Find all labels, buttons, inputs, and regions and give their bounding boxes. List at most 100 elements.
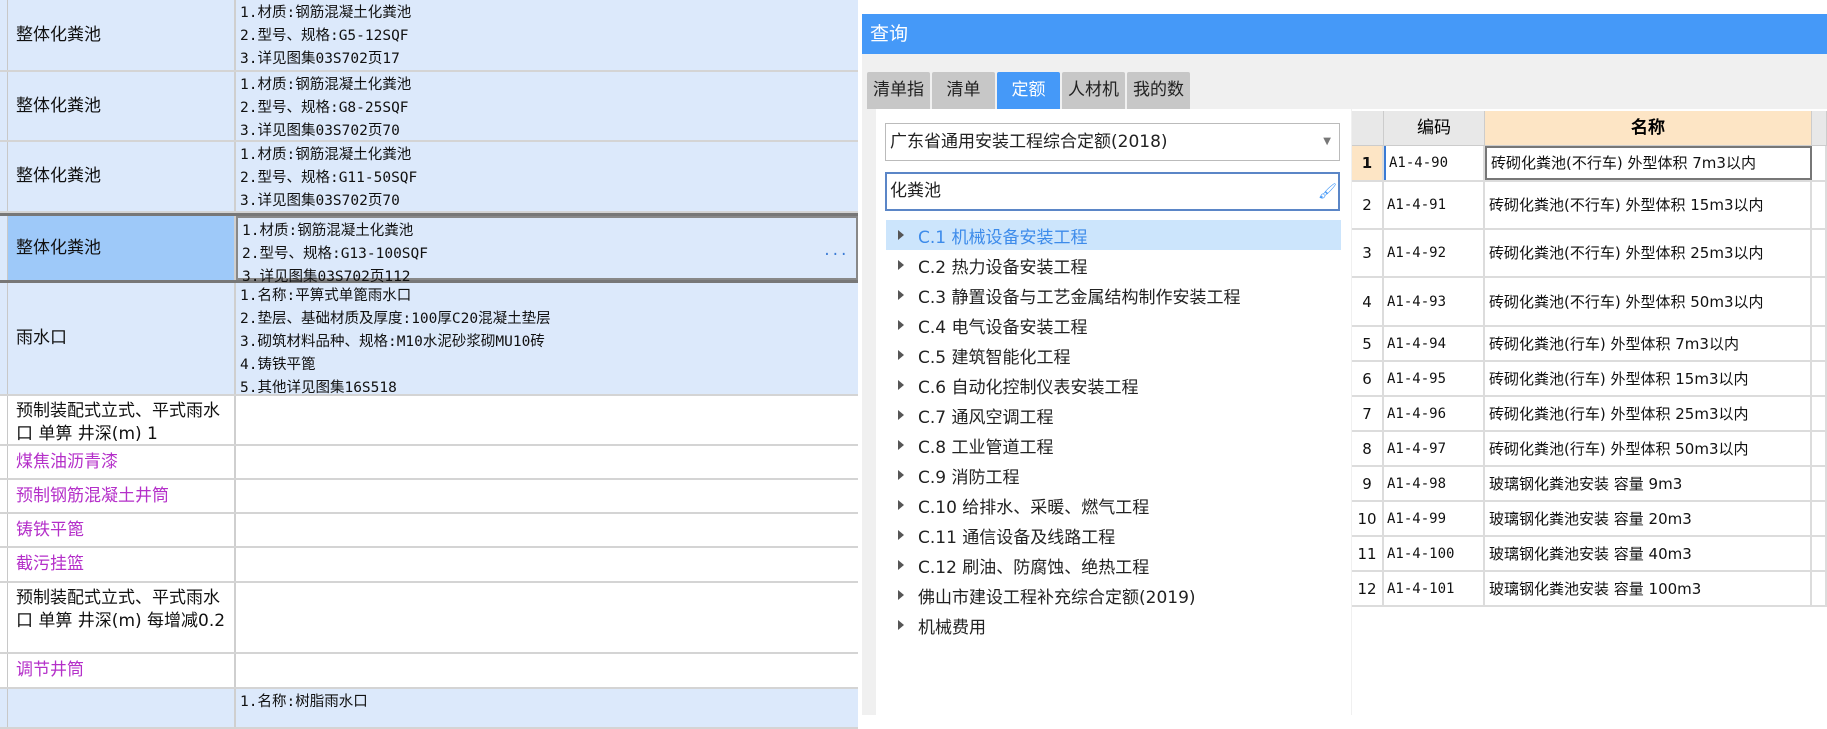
tab-3[interactable]: 人材机 — [1062, 72, 1125, 109]
expand-triangle-icon[interactable] — [898, 620, 904, 630]
table-row[interactable]: 4 A1-4-93 砖砌化粪池(不行车) 外型体积 50m3以内 — [1352, 278, 1827, 327]
expand-triangle-icon[interactable] — [898, 590, 904, 600]
item-desc-cell[interactable]: 1.名称:平箅式单篦雨水口 2.垫层、基础材质及厚度:100厚C20混凝土垫层 … — [236, 283, 858, 396]
item-desc-cell[interactable]: 1.材质:钢筋混凝土化粪池 2.型号、规格:G13-100SQF 3.详见图集0… — [236, 216, 858, 285]
name-cell[interactable]: 砖砌化粪池(不行车) 外型体积 15m3以内 — [1485, 182, 1812, 228]
grid-row[interactable]: 煤焦油沥青漆 — [0, 446, 858, 480]
name-header[interactable]: 名称 — [1485, 111, 1812, 145]
item-name-cell[interactable]: 铸铁平篦 — [8, 514, 236, 546]
tab-2[interactable]: 定额 — [997, 72, 1060, 109]
code-cell[interactable]: A1-4-93 — [1384, 278, 1485, 325]
item-name-cell[interactable]: 预制钢筋混凝土井筒 — [8, 480, 236, 512]
item-desc-cell[interactable] — [236, 446, 858, 478]
grid-row[interactable]: 预制装配式立式、平式雨水口 单箅 井深(m) 每增减0.2 — [0, 583, 858, 654]
code-cell[interactable]: A1-4-100 — [1384, 537, 1485, 570]
tree-item[interactable]: C.1 机械设备安装工程 — [886, 220, 1341, 250]
name-cell[interactable]: 玻璃钢化粪池安装 容量 100m3 — [1485, 572, 1812, 605]
table-row[interactable]: 12 A1-4-101 玻璃钢化粪池安装 容量 100m3 — [1352, 572, 1827, 607]
grid-row[interactable]: 1.名称:树脂雨水口 — [0, 689, 858, 729]
expand-triangle-icon[interactable] — [898, 260, 904, 270]
item-desc-cell[interactable]: 1.材质:钢筋混凝土化粪池 2.型号、规格:G11-50SQF 3.详见图集03… — [236, 142, 858, 211]
expand-triangle-icon[interactable] — [898, 350, 904, 360]
library-select[interactable]: 广东省通用安装工程综合定额(2018) ▼ — [885, 123, 1340, 161]
ellipsis-icon[interactable]: ··· — [823, 244, 848, 267]
expand-triangle-icon[interactable] — [898, 560, 904, 570]
code-cell[interactable]: A1-4-91 — [1384, 182, 1485, 228]
name-cell[interactable]: 砖砌化粪池(行车) 外型体积 7m3以内 — [1485, 327, 1812, 360]
tree-item[interactable]: C.3 静置设备与工艺金属结构制作安装工程 — [886, 280, 1341, 310]
item-desc-cell[interactable] — [236, 654, 858, 687]
item-desc-cell[interactable] — [236, 514, 858, 546]
tree-item[interactable]: 佛山市建设工程补充综合定额(2019) — [886, 580, 1341, 610]
item-desc-cell[interactable]: 1.材质:钢筋混凝土化粪池 2.型号、规格:G8-25SQF 3.详见图集03S… — [236, 72, 858, 140]
expand-triangle-icon[interactable] — [898, 320, 904, 330]
code-cell[interactable]: A1-4-99 — [1384, 502, 1485, 535]
name-cell[interactable]: 砖砌化粪池(不行车) 外型体积 50m3以内 — [1485, 278, 1812, 325]
name-cell[interactable]: 玻璃钢化粪池安装 容量 40m3 — [1485, 537, 1812, 570]
grid-row[interactable]: 预制钢筋混凝土井筒 — [0, 480, 858, 514]
expand-triangle-icon[interactable] — [898, 500, 904, 510]
item-desc-cell[interactable]: 1.材质:钢筋混凝土化粪池 2.型号、规格:G5-12SQF 3.详见图集03S… — [236, 0, 858, 70]
table-row[interactable]: 5 A1-4-94 砖砌化粪池(行车) 外型体积 7m3以内 — [1352, 327, 1827, 362]
item-name-cell[interactable] — [8, 689, 236, 727]
tree-item[interactable]: C.2 热力设备安装工程 — [886, 250, 1341, 280]
grid-row[interactable]: 雨水口 1.名称:平箅式单篦雨水口 2.垫层、基础材质及厚度:100厚C20混凝土… — [0, 283, 858, 396]
item-name-cell[interactable]: 整体化粪池 — [8, 72, 236, 140]
tree-item[interactable]: C.5 建筑智能化工程 — [886, 340, 1341, 370]
code-cell[interactable]: A1-4-95 — [1384, 362, 1485, 395]
table-row[interactable]: 1 A1-4-90 砖砌化粪池(不行车) 外型体积 7m3以内 — [1352, 146, 1827, 182]
item-name-cell[interactable]: 调节井筒 — [8, 654, 236, 687]
item-desc-cell[interactable] — [236, 583, 858, 652]
item-name-cell[interactable]: 预制装配式立式、平式雨水口 单箅 井深(m) 每增减0.2 — [8, 583, 236, 652]
item-desc-cell[interactable] — [236, 396, 858, 444]
item-name-cell[interactable]: 截污挂篮 — [8, 548, 236, 581]
table-row[interactable]: 3 A1-4-92 砖砌化粪池(不行车) 外型体积 25m3以内 — [1352, 230, 1827, 278]
grid-row[interactable]: 截污挂篮 — [0, 548, 858, 583]
table-row[interactable]: 2 A1-4-91 砖砌化粪池(不行车) 外型体积 15m3以内 — [1352, 182, 1827, 230]
grid-row[interactable]: 整体化粪池 1.材质:钢筋混凝土化粪池 2.型号、规格:G8-25SQF 3.详见… — [0, 72, 858, 142]
item-desc-cell[interactable]: 1.名称:树脂雨水口 — [236, 689, 858, 727]
code-cell[interactable]: A1-4-97 — [1384, 432, 1485, 465]
tree-item[interactable]: C.11 通信设备及线路工程 — [886, 520, 1341, 550]
grid-row[interactable]: 铸铁平篦 — [0, 514, 858, 548]
tab-1[interactable]: 清单 — [932, 72, 995, 109]
table-row[interactable]: 6 A1-4-95 砖砌化粪池(行车) 外型体积 15m3以内 — [1352, 362, 1827, 397]
tree-item[interactable]: 机械费用 — [886, 610, 1341, 640]
grid-row[interactable]: 整体化粪池 1.材质:钢筋混凝土化粪池 2.型号、规格:G11-50SQF 3.详… — [0, 142, 858, 213]
code-cell[interactable]: A1-4-90 — [1384, 146, 1485, 180]
item-name-cell[interactable]: 整体化粪池 — [8, 142, 236, 211]
tab-4[interactable]: 我的数据 — [1127, 72, 1190, 137]
name-cell[interactable]: 砖砌化粪池(行车) 外型体积 15m3以内 — [1485, 362, 1812, 395]
item-desc-cell[interactable] — [236, 548, 858, 581]
tree-item[interactable]: C.10 给排水、采暖、燃气工程 — [886, 490, 1341, 520]
table-row[interactable]: 9 A1-4-98 玻璃钢化粪池安装 容量 9m3 — [1352, 467, 1827, 502]
search-input[interactable]: 化粪池 🖌 — [885, 172, 1340, 211]
code-cell[interactable]: A1-4-94 — [1384, 327, 1485, 360]
table-row[interactable]: 7 A1-4-96 砖砌化粪池(行车) 外型体积 25m3以内 — [1352, 397, 1827, 432]
table-row[interactable]: 8 A1-4-97 砖砌化粪池(行车) 外型体积 50m3以内 — [1352, 432, 1827, 467]
clear-brush-icon[interactable]: 🖌 — [1318, 182, 1337, 200]
tree-item[interactable]: C.7 通风空调工程 — [886, 400, 1341, 430]
table-row[interactable]: 11 A1-4-100 玻璃钢化粪池安装 容量 40m3 — [1352, 537, 1827, 572]
expand-triangle-icon[interactable] — [898, 290, 904, 300]
code-cell[interactable]: A1-4-96 — [1384, 397, 1485, 430]
grid-row[interactable]: 调节井筒 — [0, 654, 858, 689]
item-name-cell[interactable]: 雨水口 — [8, 283, 236, 394]
code-header[interactable]: 编码 — [1384, 111, 1485, 145]
name-cell[interactable]: 砖砌化粪池(不行车) 外型体积 25m3以内 — [1485, 230, 1812, 276]
name-cell[interactable]: 玻璃钢化粪池安装 容量 20m3 — [1485, 502, 1812, 535]
name-cell[interactable]: 砖砌化粪池(行车) 外型体积 25m3以内 — [1485, 397, 1812, 430]
expand-triangle-icon[interactable] — [898, 530, 904, 540]
expand-triangle-icon[interactable] — [898, 410, 904, 420]
item-name-cell[interactable]: 预制装配式立式、平式雨水口 单箅 井深(m) 1 — [8, 396, 236, 444]
code-cell[interactable]: A1-4-92 — [1384, 230, 1485, 276]
item-desc-cell[interactable] — [236, 480, 858, 512]
grid-row[interactable]: 整体化粪池 1.材质:钢筋混凝土化粪池 2.型号、规格:G5-12SQF 3.详见… — [0, 0, 858, 72]
code-cell[interactable]: A1-4-101 — [1384, 572, 1485, 605]
expand-triangle-icon[interactable] — [898, 230, 904, 240]
tree-item[interactable]: C.8 工业管道工程 — [886, 430, 1341, 460]
table-row[interactable]: 10 A1-4-99 玻璃钢化粪池安装 容量 20m3 — [1352, 502, 1827, 537]
code-cell[interactable]: A1-4-98 — [1384, 467, 1485, 500]
expand-triangle-icon[interactable] — [898, 380, 904, 390]
tree-item[interactable]: C.9 消防工程 — [886, 460, 1341, 490]
